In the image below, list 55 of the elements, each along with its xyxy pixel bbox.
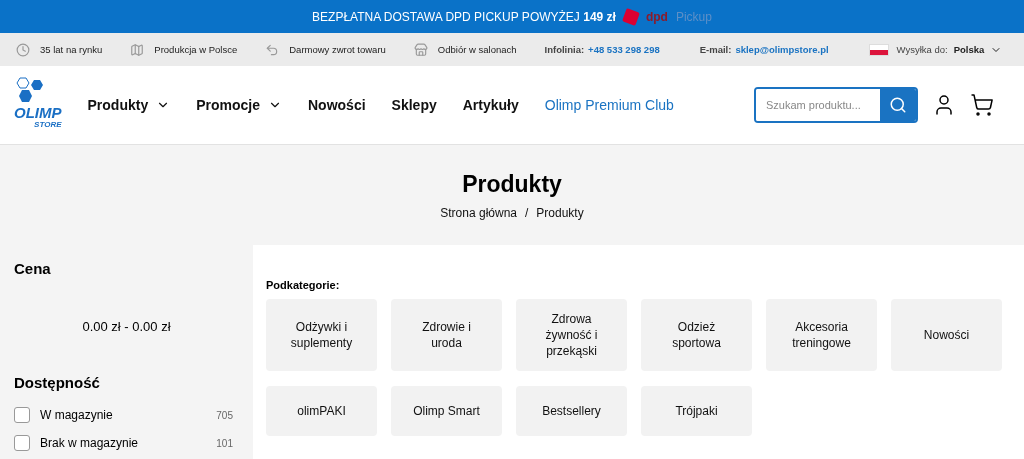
category-tile[interactable]: Zdrowie i uroda bbox=[391, 299, 502, 371]
breadcrumb-separator: / bbox=[525, 206, 529, 220]
logo-subtext: STORE bbox=[34, 120, 62, 129]
email-link[interactable]: sklep@olimpstore.pl bbox=[735, 44, 829, 55]
category-tile[interactable]: Bestsellery bbox=[516, 386, 627, 436]
checkbox[interactable] bbox=[14, 435, 30, 451]
shipping-label: Wysyłka do: bbox=[896, 44, 948, 55]
email-label: E-mail: bbox=[699, 44, 732, 55]
clock-icon bbox=[16, 42, 30, 57]
category-tile[interactable]: Odzież sportowa bbox=[641, 299, 752, 371]
filter-title: Cena bbox=[14, 260, 52, 277]
promo-text: BEZPŁATNA DOSTAWA DPD PICKUP POWYŻEJ 149 zł bbox=[312, 9, 616, 24]
info-text: Produkcja w Polsce bbox=[154, 44, 238, 55]
subcategories-title: Podkategorie: bbox=[266, 279, 341, 291]
price-range: 0.00 zł - 0.00 zł bbox=[81, 319, 172, 334]
brand-name: dpd bbox=[645, 9, 668, 24]
option-count: 705 bbox=[216, 409, 234, 421]
nav-link[interactable]: Artykuły bbox=[462, 97, 519, 113]
page-title: Produkty bbox=[462, 171, 562, 198]
filter-title: Dostępność bbox=[14, 374, 101, 391]
checkbox[interactable] bbox=[14, 407, 30, 423]
cart-icon[interactable] bbox=[970, 93, 994, 117]
category-tile[interactable]: olimPAKI bbox=[266, 386, 377, 436]
category-tile[interactable]: Odżywki i suplementy bbox=[266, 299, 377, 371]
option-count: 101 bbox=[216, 437, 234, 449]
info-text: 35 lat na rynku bbox=[40, 44, 103, 55]
map-icon bbox=[130, 42, 145, 57]
nav-link[interactable]: Nowości bbox=[308, 97, 366, 113]
category-tile[interactable]: Nowości bbox=[891, 299, 1002, 371]
category-tile[interactable]: Olimp Smart bbox=[391, 386, 502, 436]
category-tile[interactable]: Trójpaki bbox=[641, 386, 752, 436]
country-selector[interactable]: Polska bbox=[953, 44, 985, 55]
nav-link[interactable]: Produkty bbox=[87, 97, 171, 113]
info-text: Odbiór w salonach bbox=[437, 44, 517, 55]
flag-icon bbox=[868, 43, 889, 56]
filter-option[interactable]: Brak w magazynie bbox=[40, 436, 217, 450]
info-text: Darmowy zwrot towaru bbox=[289, 44, 386, 55]
search-field[interactable]: Szukam produktu... bbox=[754, 87, 918, 123]
phone-link[interactable]: +48 533 298 298 bbox=[588, 44, 660, 55]
store-icon bbox=[413, 42, 428, 57]
logo[interactable]: OLIMP bbox=[14, 105, 62, 120]
nav-link[interactable]: Sklepy bbox=[391, 97, 437, 113]
filter-option[interactable]: W magazynie bbox=[40, 408, 217, 422]
cube-icon bbox=[621, 7, 640, 26]
breadcrumb-link[interactable]: Strona główna bbox=[440, 206, 517, 220]
brand-suffix: Pickup bbox=[675, 9, 712, 24]
category-tile[interactable]: Zdrowa żywność i przekąski bbox=[516, 299, 627, 371]
category-tile[interactable]: Akcesoria treningowe bbox=[766, 299, 877, 371]
search-icon[interactable] bbox=[889, 96, 907, 114]
return-arrow-icon bbox=[265, 42, 280, 57]
breadcrumb-link[interactable]: Produkty bbox=[536, 206, 584, 220]
nav-link[interactable]: Promocje bbox=[196, 97, 282, 113]
search-button[interactable] bbox=[880, 89, 916, 121]
hotline-label: Infolinia: bbox=[544, 44, 585, 55]
nav-link[interactable]: Olimp Premium Club bbox=[544, 97, 674, 113]
